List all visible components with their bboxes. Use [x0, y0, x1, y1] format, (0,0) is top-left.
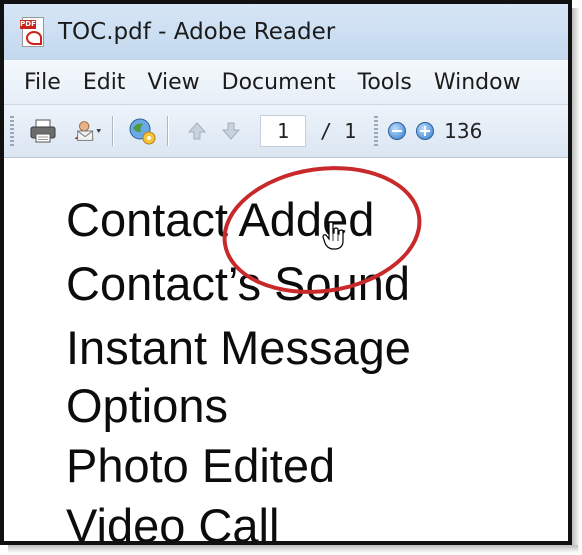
current-page-input[interactable]: 1 — [260, 115, 306, 147]
toolbar-separator — [112, 116, 113, 146]
toolbar: 1 / 1 136 — [4, 105, 568, 158]
toc-line-photo-edited[interactable]: Photo Edited — [66, 442, 335, 489]
zoom-level[interactable]: 136 — [444, 119, 482, 143]
toc-line-options[interactable]: Options — [66, 382, 228, 429]
menu-edit[interactable]: Edit — [83, 70, 126, 95]
previous-page-icon[interactable] — [182, 116, 212, 146]
menu-file[interactable]: File — [24, 70, 61, 95]
zoom-out-icon[interactable] — [388, 122, 407, 140]
zoom-in-icon[interactable] — [416, 122, 435, 140]
toolbar-separator — [167, 116, 168, 146]
menu-bar: File Edit View Document Tools Window — [4, 60, 568, 105]
toc-line-video-call[interactable]: Video Call — [66, 502, 279, 541]
next-page-icon[interactable] — [216, 116, 246, 146]
toolbar-grip — [10, 116, 14, 146]
menu-tools[interactable]: Tools — [358, 70, 412, 95]
email-icon[interactable] — [72, 116, 102, 146]
menu-view[interactable]: View — [147, 70, 199, 95]
page-total: / 1 — [320, 119, 357, 143]
frame-shadow-right — [572, 8, 580, 553]
toc-line-instant-message[interactable]: Instant Message — [66, 324, 411, 371]
print-icon[interactable] — [28, 116, 58, 146]
menu-document[interactable]: Document — [222, 70, 336, 95]
hand-cursor-icon — [322, 221, 346, 255]
toolbar-grip — [374, 116, 379, 146]
collaborate-icon[interactable] — [127, 116, 157, 146]
title-bar: PDF TOC.pdf - Adobe Reader — [4, 4, 568, 60]
pdf-icon: PDF — [20, 17, 46, 47]
window-title: TOC.pdf - Adobe Reader — [58, 19, 336, 45]
adobe-reader-window: PDF TOC.pdf - Adobe Reader File Edit Vie… — [0, 0, 572, 545]
menu-window[interactable]: Window — [434, 70, 521, 95]
frame-shadow-bottom — [8, 545, 578, 553]
